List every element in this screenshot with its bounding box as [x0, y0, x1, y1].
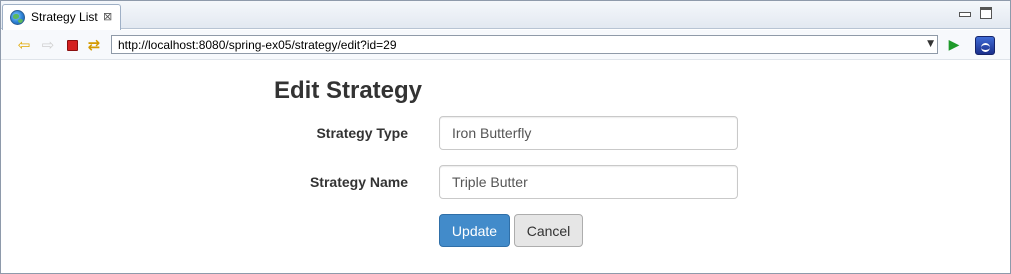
chevron-down-icon[interactable]: ▼: [927, 39, 934, 49]
cancel-button[interactable]: Cancel: [514, 214, 583, 247]
back-arrow-icon[interactable]: ⇦: [16, 37, 32, 53]
go-icon[interactable]: ▶: [946, 37, 962, 53]
minimize-icon[interactable]: [958, 7, 971, 19]
stop-icon[interactable]: [64, 37, 80, 53]
browser-window: Strategy List ⊠ ⇦ ⇨ ⇄ http://localhost:8…: [0, 0, 1011, 274]
update-button[interactable]: Update: [439, 214, 510, 247]
page-title: Edit Strategy: [274, 77, 423, 104]
browser-toolbar: ⇦ ⇨ ⇄ http://localhost:8080/spring-ex05/…: [1, 30, 1010, 60]
tab-strategy-list[interactable]: Strategy List ⊠: [2, 4, 121, 30]
tab-strip: Strategy List ⊠: [1, 1, 1010, 30]
url-bar[interactable]: http://localhost:8080/spring-ex05/strate…: [111, 35, 938, 54]
strategy-name-label: Strategy Name: [309, 174, 408, 190]
close-icon[interactable]: ⊠: [103, 10, 112, 23]
strategy-name-input[interactable]: [439, 165, 738, 199]
page-content: Edit Strategy Strategy Type Strategy Nam…: [1, 61, 1010, 273]
strategy-type-label: Strategy Type: [316, 125, 408, 141]
forward-arrow-icon[interactable]: ⇨: [40, 37, 56, 53]
maximize-icon[interactable]: [980, 7, 992, 19]
strategy-type-input[interactable]: [439, 116, 738, 150]
refresh-icon[interactable]: ⇄: [86, 37, 102, 53]
globe-icon: [10, 10, 25, 25]
eclipse-icon[interactable]: [975, 36, 995, 55]
url-text[interactable]: http://localhost:8080/spring-ex05/strate…: [118, 38, 397, 52]
tab-title: Strategy List: [31, 10, 98, 24]
